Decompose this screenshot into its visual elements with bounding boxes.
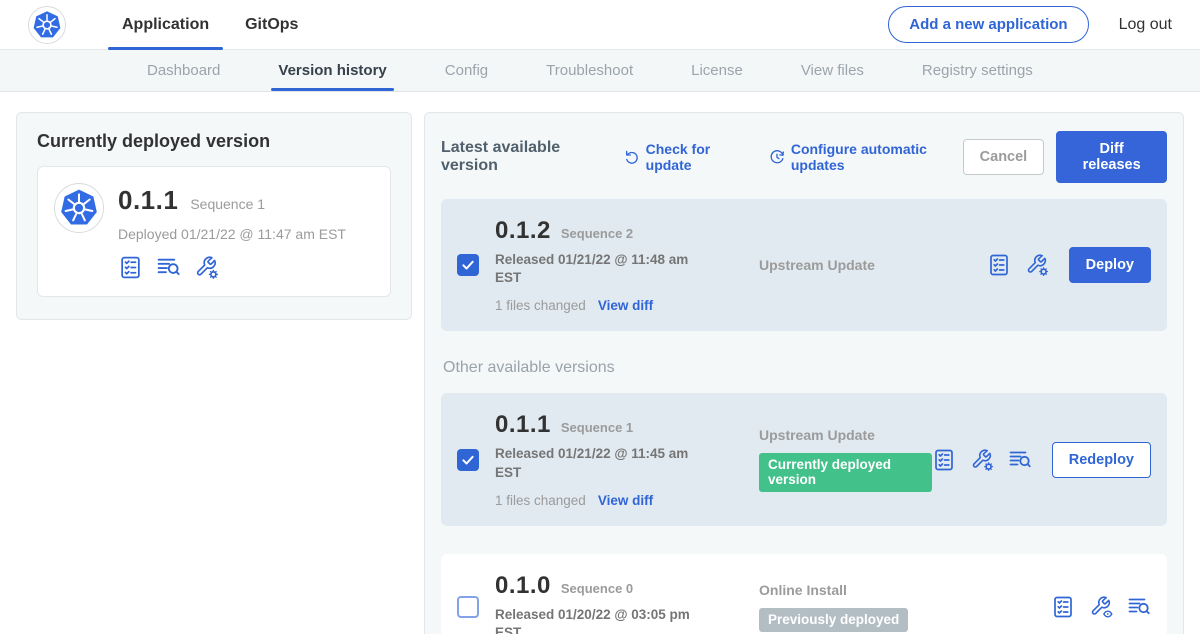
deployed-version-number: 0.1.1 — [118, 185, 178, 216]
view-diff-link[interactable]: View diff — [598, 298, 653, 313]
check-for-update-label: Check for update — [646, 141, 747, 173]
previously-deployed-badge: Previously deployed — [759, 608, 908, 632]
source-label: Upstream Update — [759, 257, 987, 273]
currently-deployed-panel: Currently deployed version 0.1.1 Sequenc… — [16, 112, 412, 320]
main-content: Currently deployed version 0.1.1 Sequenc… — [0, 92, 1200, 634]
version-checkbox[interactable] — [457, 449, 479, 471]
app-subnav: Dashboard Version history Config Trouble… — [0, 50, 1200, 92]
released-timestamp: Released 01/20/22 @ 03:05 pm EST — [495, 606, 691, 634]
configure-automatic-updates-link[interactable]: Configure automatic updates — [769, 141, 963, 173]
kubernetes-icon — [59, 188, 99, 228]
sequence-label: Sequence 1 — [561, 420, 633, 435]
cancel-button[interactable]: Cancel — [963, 139, 1045, 175]
latest-available-title: Latest available version — [441, 139, 602, 175]
version-source: Online Install Previously deployed — [703, 582, 1051, 632]
check-icon — [461, 258, 475, 272]
sequence-label: Sequence 0 — [561, 581, 633, 596]
deployed-version-card: 0.1.1 Sequence 1 Deployed 01/21/22 @ 11:… — [37, 166, 391, 297]
preflight-checklist-icon[interactable] — [987, 253, 1011, 277]
version-info: 0.1.1 Sequence 1 Released 01/21/22 @ 11:… — [495, 411, 703, 507]
logs-search-icon[interactable] — [1008, 448, 1032, 472]
sequence-label: Sequence 2 — [561, 226, 633, 241]
tab-application[interactable]: Application — [104, 0, 227, 50]
tab-registry-settings[interactable]: Registry settings — [893, 50, 1062, 91]
deployed-version-info: 0.1.1 Sequence 1 Deployed 01/21/22 @ 11:… — [118, 183, 346, 280]
tab-gitops[interactable]: GitOps — [227, 0, 316, 50]
released-timestamp: Released 01/21/22 @ 11:45 am EST — [495, 445, 691, 481]
tab-view-files[interactable]: View files — [772, 50, 893, 91]
currently-deployed-badge: Currently deployed version — [759, 453, 932, 492]
version-actions: Redeploy — [932, 442, 1151, 478]
files-changed-label: 1 files changed — [495, 493, 586, 508]
configure-updates-label: Configure automatic updates — [791, 141, 963, 173]
version-number: 0.1.2 — [495, 217, 551, 245]
available-versions-header: Latest available version Check for updat… — [441, 131, 1167, 183]
view-config-icon[interactable] — [1089, 595, 1113, 619]
tab-troubleshoot[interactable]: Troubleshoot — [517, 50, 662, 91]
source-label: Upstream Update — [759, 427, 932, 443]
diff-releases-button[interactable]: Diff releases — [1056, 131, 1167, 183]
other-available-versions-title: Other available versions — [443, 359, 1167, 377]
version-info: 0.1.2 Sequence 2 Released 01/21/22 @ 11:… — [495, 217, 703, 313]
preflight-checklist-icon[interactable] — [118, 255, 143, 280]
preflight-checklist-icon[interactable] — [932, 448, 956, 472]
available-versions-panel: Latest available version Check for updat… — [424, 112, 1184, 634]
logout-link[interactable]: Log out — [1119, 16, 1172, 34]
preflight-checklist-icon[interactable] — [1051, 595, 1075, 619]
top-tabs: Application GitOps — [104, 0, 316, 50]
deployed-timestamp: Deployed 01/21/22 @ 11:47 am EST — [118, 226, 346, 242]
deployed-sequence-label: Sequence 1 — [190, 196, 265, 212]
edit-config-icon[interactable] — [194, 255, 219, 280]
logs-search-icon[interactable] — [1127, 595, 1151, 619]
schedule-icon — [769, 148, 785, 166]
version-number: 0.1.1 — [495, 411, 551, 439]
deployed-app-logo — [54, 183, 104, 233]
version-checkbox[interactable] — [457, 254, 479, 276]
edit-config-icon[interactable] — [1025, 253, 1049, 277]
add-new-application-button[interactable]: Add a new application — [888, 6, 1088, 43]
app-logo[interactable] — [28, 6, 66, 44]
tab-license[interactable]: License — [662, 50, 772, 91]
check-for-update-link[interactable]: Check for update — [624, 141, 747, 173]
version-number: 0.1.0 — [495, 572, 551, 600]
version-row-0-1-2: 0.1.2 Sequence 2 Released 01/21/22 @ 11:… — [441, 199, 1167, 331]
tab-dashboard[interactable]: Dashboard — [118, 50, 249, 91]
version-source: Upstream Update Currently deployed versi… — [703, 427, 932, 492]
version-actions — [1051, 595, 1151, 619]
deploy-button[interactable]: Deploy — [1069, 247, 1151, 283]
tab-version-history[interactable]: Version history — [249, 50, 415, 91]
released-timestamp: Released 01/21/22 @ 11:48 am EST — [495, 251, 691, 287]
version-source: Upstream Update — [703, 257, 987, 273]
top-navbar: Application GitOps Add a new application… — [0, 0, 1200, 50]
refresh-icon — [624, 148, 640, 166]
logs-search-icon[interactable] — [156, 255, 181, 280]
redeploy-button[interactable]: Redeploy — [1052, 442, 1151, 478]
topnav-right: Add a new application Log out — [888, 6, 1172, 43]
files-changed-label: 1 files changed — [495, 298, 586, 313]
version-actions: Deploy — [987, 247, 1151, 283]
version-checkbox[interactable] — [457, 596, 479, 618]
source-label: Online Install — [759, 582, 1051, 598]
version-info: 0.1.0 Sequence 0 Released 01/20/22 @ 03:… — [495, 572, 703, 634]
view-diff-link[interactable]: View diff — [598, 493, 653, 508]
version-row-0-1-0: 0.1.0 Sequence 0 Released 01/20/22 @ 03:… — [441, 554, 1167, 634]
check-icon — [461, 453, 475, 467]
edit-config-icon[interactable] — [970, 448, 994, 472]
tab-config[interactable]: Config — [416, 50, 517, 91]
currently-deployed-title: Currently deployed version — [37, 131, 391, 152]
kubernetes-icon — [32, 10, 62, 40]
version-row-0-1-1: 0.1.1 Sequence 1 Released 01/21/22 @ 11:… — [441, 393, 1167, 525]
